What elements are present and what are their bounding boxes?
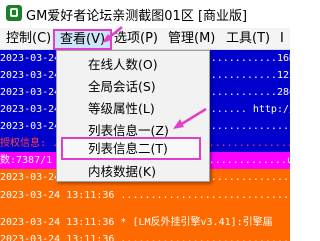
log-line: 2023-03-24 13:11:36 ....................…	[0, 231, 290, 241]
view-menu-dropdown: 在线人数(O) 全局会话(S) 等级属性(L) 列表信息一(Z) 列表信息二(T…	[56, 50, 210, 182]
log-line: 2023-03-24 13:11:36 ....................…	[0, 187, 290, 204]
window-title: GM爱好者论坛亲测截图01区 [商业版]	[26, 9, 248, 24]
menu-item-label: 全局会话(S)	[88, 79, 156, 94]
menu-manage[interactable]: 管理(M)	[166, 30, 217, 48]
menu-view[interactable]: 查看(V)	[53, 29, 113, 50]
menu-item-kernel-data[interactable]: 内核数据(K)	[57, 162, 209, 181]
menu-item-label: 等级属性(L)	[88, 101, 155, 116]
menu-options[interactable]: 选项(P)	[112, 30, 160, 48]
log-line: 2023-03-24 13:11:36 * [LM反外挂引擎v3.41]:引擎届	[0, 214, 290, 231]
menu-item-level-attributes[interactable]: 等级属性(L)	[57, 99, 209, 118]
menu-item-label: 在线人数(O)	[88, 57, 158, 72]
menu-item-global-session[interactable]: 全局会话(S)	[57, 77, 209, 96]
menu-tools[interactable]: 工具(T)	[224, 30, 272, 48]
menu-control[interactable]: 控制(C)	[4, 30, 53, 48]
title-bar: GM爱好者论坛亲测截图01区 [商业版]	[0, 0, 290, 28]
menu-bar: 控制(C) 查看(V) 选项(P) 管理(M) 工具(T) I	[0, 28, 290, 50]
menu-item-label: 内核数据(K)	[88, 164, 156, 179]
menu-item-label: 列表信息二(T)	[88, 141, 168, 156]
menu-item-list-info-2[interactable]: 列表信息二(T)	[61, 137, 201, 160]
app-icon	[6, 5, 22, 21]
menu-item-online-count[interactable]: 在线人数(O)	[57, 55, 209, 74]
menu-more[interactable]: I	[278, 30, 286, 48]
